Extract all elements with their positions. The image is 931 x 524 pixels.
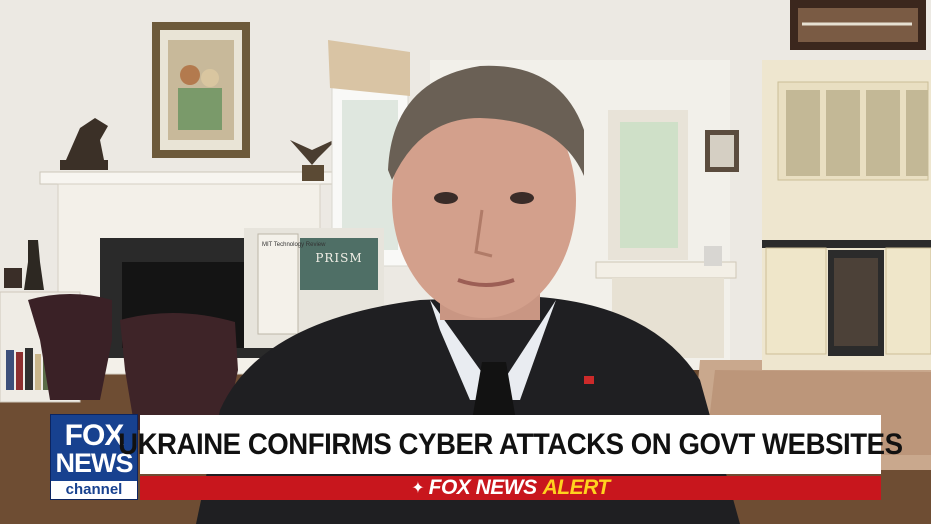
cabinet-glass (786, 90, 820, 176)
painting-body (178, 88, 222, 130)
video-frame: PRISM MIT Technology Review FOX NEWS cha… (0, 0, 931, 524)
prism-book-title: PRISM (315, 251, 362, 265)
right-eye (510, 192, 534, 204)
headline-text: UKRAINE CONFIRMS CYBER ATTACKS ON GOVT W… (118, 427, 903, 461)
alert-word-text: ALERT (542, 476, 611, 499)
back-window-glass (620, 122, 678, 248)
lower-drawers (885, 247, 931, 355)
logo-channel-text: channel (51, 481, 137, 499)
book (25, 348, 33, 390)
lapel-pin (584, 376, 594, 384)
window-glass (342, 100, 398, 250)
cabinet-glass (866, 90, 900, 176)
mantel-shelf (39, 171, 341, 185)
painting-figure-2 (201, 69, 219, 87)
left-eye (434, 192, 458, 204)
countertop (762, 240, 931, 248)
statue-base (60, 160, 108, 170)
book (35, 354, 41, 390)
wall-picture-mat (710, 135, 734, 167)
cabinet-glass (826, 90, 860, 176)
star-icon: ✦ (411, 480, 425, 497)
book (16, 352, 23, 390)
magazine (257, 233, 299, 335)
alert-banner: ✦ FOX NEWS ALERT (140, 476, 881, 500)
lower-cabinet (765, 247, 827, 355)
magazine-cover-text: MIT Technology Review (262, 242, 326, 248)
cabinet-glass (906, 90, 928, 176)
small-frame (4, 268, 22, 288)
alert-brand-text: FOX NEWS (428, 476, 538, 499)
canister (704, 246, 722, 266)
book (6, 350, 14, 390)
headline-banner: UKRAINE CONFIRMS CYBER ATTACKS ON GOVT W… (118, 415, 903, 474)
wine-fridge-glass (834, 258, 878, 346)
eagle-base (302, 165, 324, 181)
painting-figure (180, 65, 200, 85)
